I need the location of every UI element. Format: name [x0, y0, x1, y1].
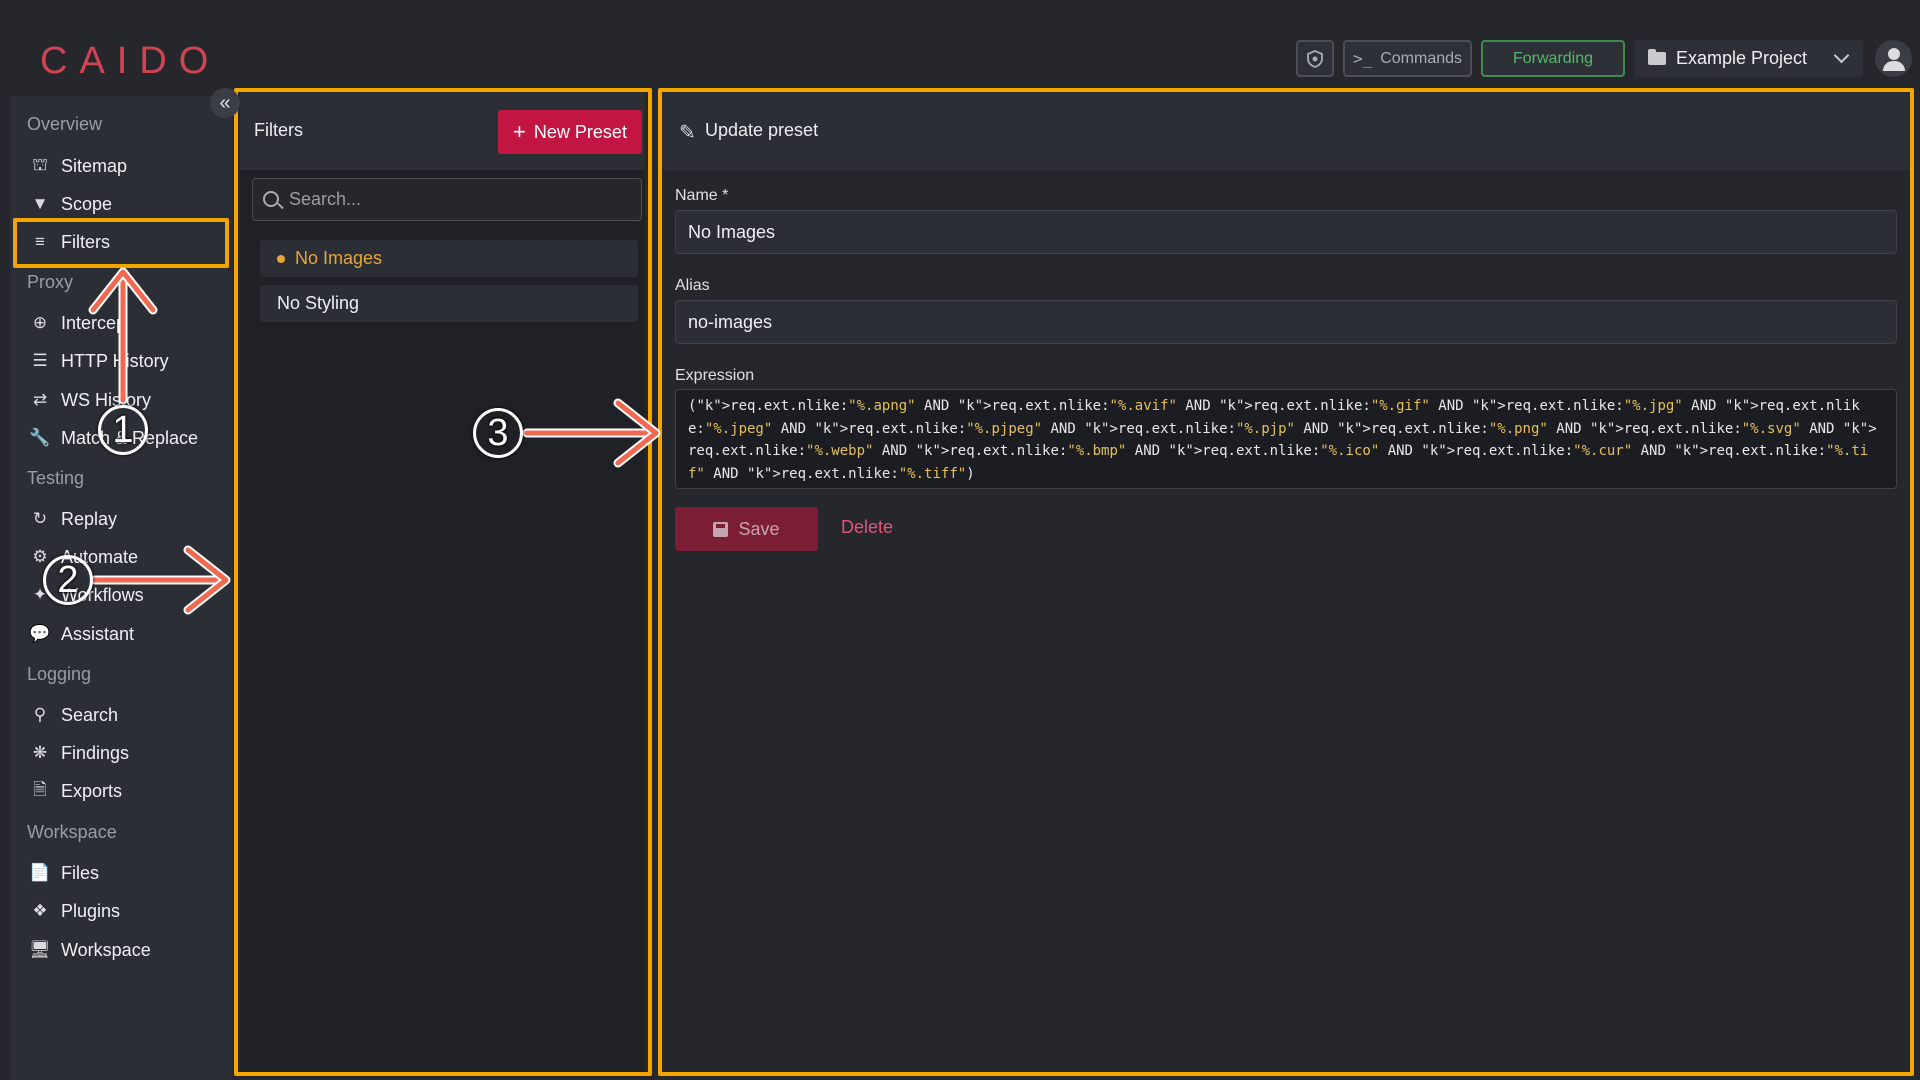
sidebar-item-plugins[interactable]: ❖ Plugins — [29, 894, 120, 928]
section-overview: Overview — [27, 114, 103, 134]
sidebar-item-label: WS History — [61, 389, 151, 410]
save-icon — [713, 521, 729, 537]
section-testing: Testing — [27, 468, 85, 488]
shield-icon — [1307, 49, 1323, 68]
wrench-icon: 🔧 — [29, 428, 51, 447]
funnel-icon: ▼ — [31, 194, 49, 213]
filters-title: Filters — [254, 120, 303, 140]
sidebar-item-label: Exports — [61, 780, 123, 801]
sidebar-item-sitemap[interactable]: ⛫ Sitemap — [29, 149, 127, 183]
refresh-icon: ↻ — [32, 509, 48, 528]
step-badge-3: 3 — [473, 408, 523, 458]
filters-pane-header: Filters + New Preset — [240, 92, 645, 170]
preset-name: No Styling — [277, 293, 360, 313]
commands-button[interactable]: >_ Commands — [1343, 40, 1472, 77]
preset-search-input[interactable]: Search... — [252, 178, 642, 221]
delete-button[interactable]: Delete — [841, 517, 893, 538]
project-name: Example Project — [1676, 48, 1808, 68]
sidebar-item-findings[interactable]: ❋ Findings — [29, 736, 129, 770]
list-icon: ☰ — [32, 351, 48, 370]
plus-icon: + — [513, 119, 526, 144]
sidebar-item-replay[interactable]: ↻ Replay — [29, 502, 117, 536]
search-placeholder: Search... — [289, 189, 362, 209]
sidebar-item-files[interactable]: 📄 Files — [29, 856, 99, 890]
sidebar-item-intercept[interactable]: ⊕ Intercep — [29, 306, 126, 340]
chat-icon: 💬 — [29, 624, 51, 643]
arrows-exchange-icon: ⇄ — [32, 390, 48, 409]
sidebar-item-label: Files — [61, 862, 100, 883]
file-export-icon: 🗎 — [33, 779, 47, 799]
crosshair-icon: ⊕ — [32, 313, 48, 332]
shield-button[interactable] — [1296, 40, 1334, 77]
section-workspace: Workspace — [27, 822, 117, 842]
file-icon: 📄 — [29, 863, 51, 882]
monitor-icon: 🖥 — [29, 940, 51, 959]
search-icon — [263, 191, 279, 207]
collapse-sidebar-button[interactable]: « — [210, 88, 240, 118]
sidebar: Overview ⛫ Sitemap ▼ Scope ≡ Filters Pro… — [10, 96, 232, 1080]
project-selector[interactable]: Example Project — [1634, 40, 1863, 77]
sidebar-item-search[interactable]: ⚲ Search — [29, 698, 118, 732]
sitemap-icon: ⛫ — [32, 155, 48, 174]
user-avatar[interactable] — [1875, 40, 1912, 77]
sidebar-item-label: Findings — [61, 742, 130, 763]
double-chevron-left-icon: « — [219, 91, 231, 114]
active-dot-icon — [277, 254, 285, 263]
sliders-icon: ≡ — [35, 232, 45, 251]
bug-icon: ❋ — [32, 743, 48, 762]
section-proxy: Proxy — [27, 272, 74, 292]
name-field[interactable]: No Images — [675, 210, 1897, 254]
sidebar-item-label: HTTP History — [61, 350, 169, 371]
sidebar-item-label: Sitemap — [61, 155, 128, 176]
editor-title: Update preset — [705, 120, 819, 140]
sidebar-item-label: Workspace — [61, 939, 151, 960]
save-button[interactable]: Save — [675, 507, 818, 551]
sidebar-item-label: Assistant — [61, 623, 135, 644]
commands-label: Commands — [1380, 49, 1463, 67]
sidebar-item-label: Scope — [61, 193, 113, 214]
alias-label: Alias — [675, 277, 710, 294]
section-logging: Logging — [27, 664, 92, 684]
sidebar-item-filters[interactable]: ≡ Filters — [29, 225, 110, 259]
preset-item-no-images[interactable]: No Images — [260, 240, 638, 277]
search-icon: ⚲ — [33, 705, 47, 724]
preset-editor: ✎ Update preset Name * No Images Alias n… — [657, 92, 1914, 1077]
caido-logo: CAIDO — [40, 40, 221, 82]
expression-label: Expression — [675, 367, 755, 384]
chevron-down-icon — [1833, 47, 1850, 64]
alias-field[interactable]: no-images — [675, 300, 1897, 344]
forwarding-button[interactable]: Forwarding — [1481, 40, 1625, 77]
top-bar: CAIDO >_ Commands Forwarding Example Pro… — [0, 0, 1920, 92]
preset-item-no-styling[interactable]: No Styling — [260, 285, 638, 322]
terminal-icon: >_ — [1352, 49, 1373, 68]
edit-icon: ✎ — [679, 122, 696, 144]
sidebar-item-label: Plugins — [61, 900, 121, 921]
sidebar-item-label: Intercep — [61, 312, 127, 333]
editor-header: ✎ Update preset — [657, 92, 1914, 170]
sidebar-item-exports[interactable]: 🗎 Exports — [29, 774, 122, 808]
preset-name: No Images — [295, 248, 383, 268]
sidebar-item-label: Search — [61, 704, 119, 725]
save-label: Save — [738, 518, 780, 539]
puzzle-icon: ❖ — [32, 901, 48, 920]
sidebar-item-http-history[interactable]: ☰ HTTP History — [29, 344, 169, 378]
expression-editor[interactable]: ("k">req.ext.nlike:"%.apng" AND "k">req.… — [675, 389, 1897, 489]
new-preset-label: New Preset — [533, 121, 627, 142]
sidebar-item-label: Replay — [61, 508, 118, 529]
new-preset-button[interactable]: + New Preset — [498, 110, 642, 154]
name-label: Name * — [675, 187, 729, 204]
sidebar-item-label: Filters — [61, 231, 110, 252]
sidebar-item-scope[interactable]: ▼ Scope — [29, 187, 112, 221]
user-icon — [1887, 48, 1900, 60]
step-badge-2: 2 — [43, 555, 93, 605]
sidebar-item-assistant[interactable]: 💬 Assistant — [29, 617, 134, 651]
folder-icon — [1648, 49, 1666, 65]
step-badge-1: 1 — [98, 405, 148, 455]
filters-pane: Filters + New Preset Search... No Images… — [240, 92, 645, 1077]
sidebar-item-workspace[interactable]: 🖥 Workspace — [29, 933, 151, 967]
